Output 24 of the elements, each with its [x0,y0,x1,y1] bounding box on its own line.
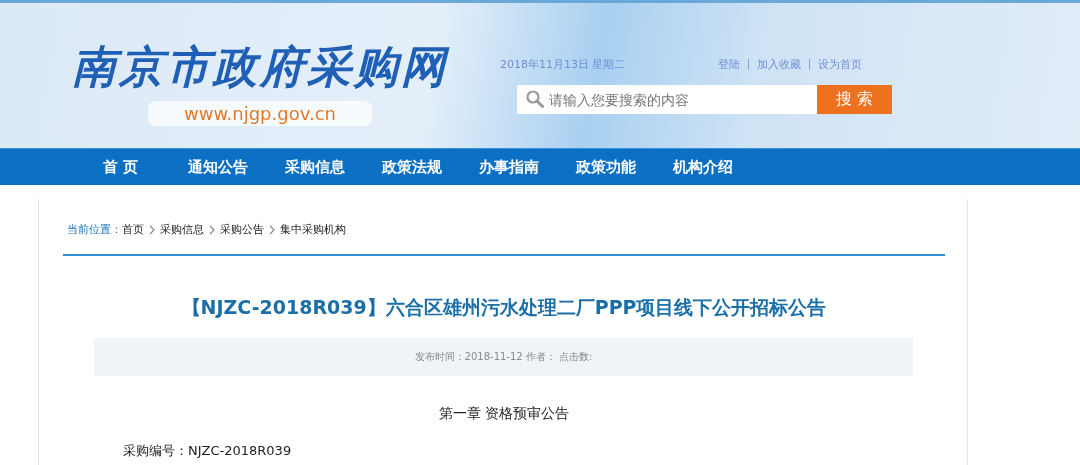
site-logo: 南京市政府采购网 [72,40,448,94]
breadcrumb-link[interactable]: 集中采购机构 [280,222,346,237]
nav-item[interactable]: 办事指南 [460,149,557,185]
search-button[interactable]: 搜 索 [817,85,892,114]
nav-item[interactable]: 通知公告 [169,149,266,185]
nav-item[interactable]: 政策功能 [557,149,654,185]
nav-item[interactable]: 政策法规 [363,149,460,185]
nav-item[interactable]: 首 页 [72,149,169,185]
nav-item[interactable]: 采购信息 [266,149,363,185]
chevron-icon [147,224,157,235]
nav-item[interactable]: 机构介绍 [654,149,751,185]
chevron-icon [207,224,217,235]
breadcrumb-link[interactable]: 采购公告 [220,222,264,237]
header-link[interactable]: 设为首页 [809,58,870,70]
chapter-heading: 第一章 资格预审公告 [437,405,571,423]
site-url: www.njgp.gov.cn [148,101,372,126]
search-field[interactable]: 请输入您要搜索的内容 [517,85,817,114]
breadcrumb-link[interactable]: 首页 [122,222,144,237]
breadcrumb-label: 当前位置： [67,222,122,237]
body-text: 采购编号：NJZC-2018R039 [123,442,293,460]
chevron-icon [267,224,277,235]
breadcrumb-link[interactable]: 采购信息 [160,222,204,237]
article-title: 【NJZC-2018R039】六合区雄州污水处理二厂PPP项目线下公开招标公告 [180,295,828,320]
article-meta: 发布时间：2018-11-12 作者： 点击数: [94,338,913,376]
